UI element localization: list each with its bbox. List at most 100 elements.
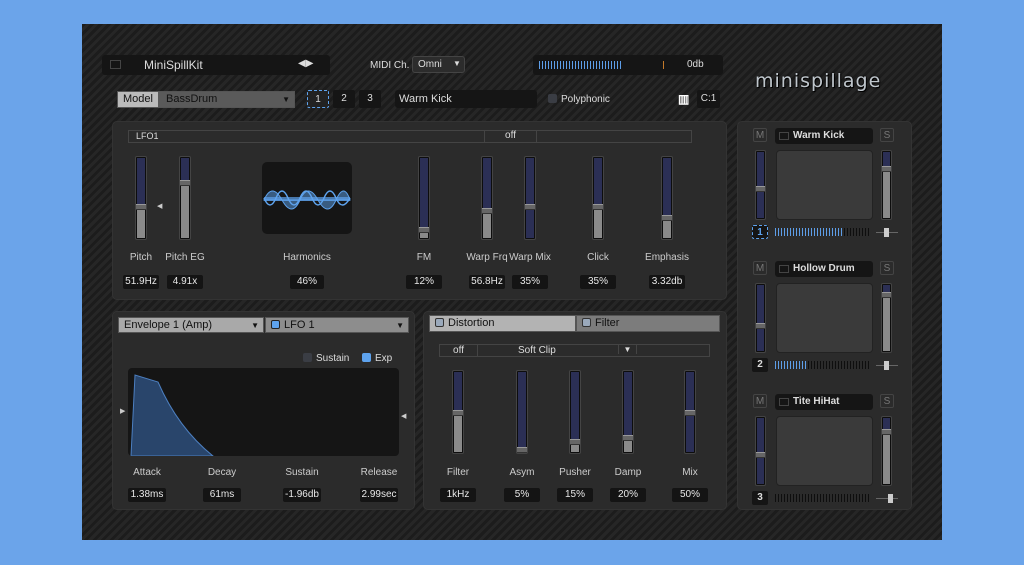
slider-knob[interactable] [756,452,765,459]
fx-param-value[interactable]: 50% [672,488,708,502]
param-value[interactable]: 3.32db [649,275,685,289]
slider-knob[interactable] [756,322,765,329]
param-value[interactable]: 35% [512,275,548,289]
harmonics-value[interactable]: 46% [290,275,324,289]
slider-knob[interactable] [882,428,891,435]
drum-pad[interactable] [776,283,873,353]
pan-slider[interactable] [876,228,898,237]
preset-selector[interactable]: MiniSpillKit ◀▶ [102,55,330,75]
slider-knob[interactable] [570,438,580,445]
envelope-param-value[interactable]: -1.96db [283,488,321,502]
slider-knob[interactable] [593,204,603,211]
voice-name-field[interactable]: Warm Kick [395,90,537,108]
model-dropdown[interactable]: Model BassDrum ▼ [117,91,295,108]
pan-knob[interactable] [884,361,889,370]
slider-emphasis[interactable] [661,156,673,240]
pan-slider[interactable] [876,361,898,370]
channel-number[interactable]: 1 [752,225,768,239]
root-key-button[interactable]: C:1 [697,90,720,108]
slider-knob[interactable] [756,186,765,193]
mute-button[interactable]: M [753,261,767,275]
envelope-param-value[interactable]: 2.99sec [360,488,398,502]
slider-knob[interactable] [882,166,891,172]
envelope-target-dropdown[interactable]: LFO 1 ▼ [265,317,409,333]
slider-fx-pusher[interactable] [569,370,581,454]
envelope-param-value[interactable]: 61ms [203,488,241,502]
fx-param-value[interactable]: 5% [504,488,540,502]
voice-button-3[interactable]: 3 [359,90,381,108]
envelope-dropdown[interactable]: Envelope 1 (Amp) ▼ [118,317,264,333]
channel-name-field[interactable]: Hollow Drum [775,261,873,277]
channel-name-field[interactable]: Tite HiHat [775,394,873,410]
slider-fx-damp[interactable] [622,370,634,454]
voice-button-2[interactable]: 2 [333,90,355,108]
slider-pitch[interactable] [135,156,147,240]
param-value[interactable]: 12% [406,275,442,289]
right-marker-icon[interactable]: ◀ [401,412,406,420]
solo-button[interactable]: S [880,261,894,275]
drum-pad[interactable] [776,150,873,220]
slider-knob[interactable] [517,446,527,453]
channel-send-slider[interactable] [881,416,892,486]
lfo-mod-bar[interactable]: LFO1 off [128,130,692,143]
slider-warp-mix[interactable] [524,156,536,240]
chevron-down-icon[interactable]: ▼ [618,345,637,354]
channel-send-slider[interactable] [881,283,892,353]
solo-button[interactable]: S [880,128,894,142]
slider-knob[interactable] [525,204,535,211]
mute-button[interactable]: M [753,394,767,408]
fx-param-value[interactable]: 1kHz [440,488,476,502]
channel-number[interactable]: 3 [752,491,768,505]
channel-volume-slider[interactable] [755,150,766,220]
slider-knob[interactable] [136,204,146,211]
param-value[interactable]: 35% [580,275,616,289]
slider-warp-frq[interactable] [481,156,493,240]
channel-volume-slider[interactable] [755,416,766,486]
folder-icon [779,132,789,140]
slider-knob[interactable] [180,179,190,186]
channel-send-slider[interactable] [881,150,892,220]
envelope-graph[interactable] [128,368,399,456]
slider-fm[interactable] [418,156,430,240]
slider-knob[interactable] [623,434,633,441]
slider-pitch-eg[interactable] [179,156,191,240]
param-value[interactable]: 4.91x [167,275,203,289]
pan-knob[interactable] [884,228,889,237]
envelope-param-value[interactable]: 1.38ms [128,488,166,502]
channel-volume-slider[interactable] [755,283,766,353]
param-value[interactable]: 51.9Hz [123,275,159,289]
channel-number[interactable]: 2 [752,358,768,372]
slider-fx-mix[interactable] [684,370,696,454]
slider-fx-filter[interactable] [452,370,464,454]
slider-knob[interactable] [882,292,891,299]
effect-type-bar[interactable]: off Soft Clip ▼ [439,344,710,357]
fx-param-value[interactable]: 20% [610,488,646,502]
sustain-checkbox[interactable]: Sustain [303,353,349,364]
piano-keys-icon[interactable]: ▥ [678,92,689,106]
solo-button[interactable]: S [880,394,894,408]
slider-knob[interactable] [662,214,672,221]
voice-button-1[interactable]: 1 [307,90,329,108]
param-value[interactable]: 56.8Hz [469,275,505,289]
tab-filter[interactable]: Filter [576,315,720,332]
prev-next-arrows-icon[interactable]: ◀▶ [298,58,313,69]
polyphonic-checkbox[interactable]: Polyphonic [548,94,610,105]
mute-button[interactable]: M [753,128,767,142]
slider-knob[interactable] [685,410,695,416]
slider-knob[interactable] [482,208,492,215]
slider-fx-asym[interactable] [516,370,528,454]
fx-param-value[interactable]: 15% [557,488,593,502]
exp-checkbox[interactable]: Exp [362,353,392,364]
harmonics-label: Harmonics [283,252,331,263]
slider-click[interactable] [592,156,604,240]
midi-channel-dropdown[interactable]: Omni ▼ [412,56,465,73]
drum-pad[interactable] [776,416,873,486]
tab-distortion[interactable]: Distortion [429,315,576,332]
pan-slider[interactable] [876,494,898,503]
pan-knob[interactable] [888,494,894,503]
slider-knob[interactable] [419,227,429,234]
channel-name-field[interactable]: Warm Kick [775,128,873,144]
slider-knob[interactable] [453,410,463,416]
harmonics-display[interactable] [262,162,352,234]
left-marker-icon[interactable]: ▶ [120,407,125,415]
